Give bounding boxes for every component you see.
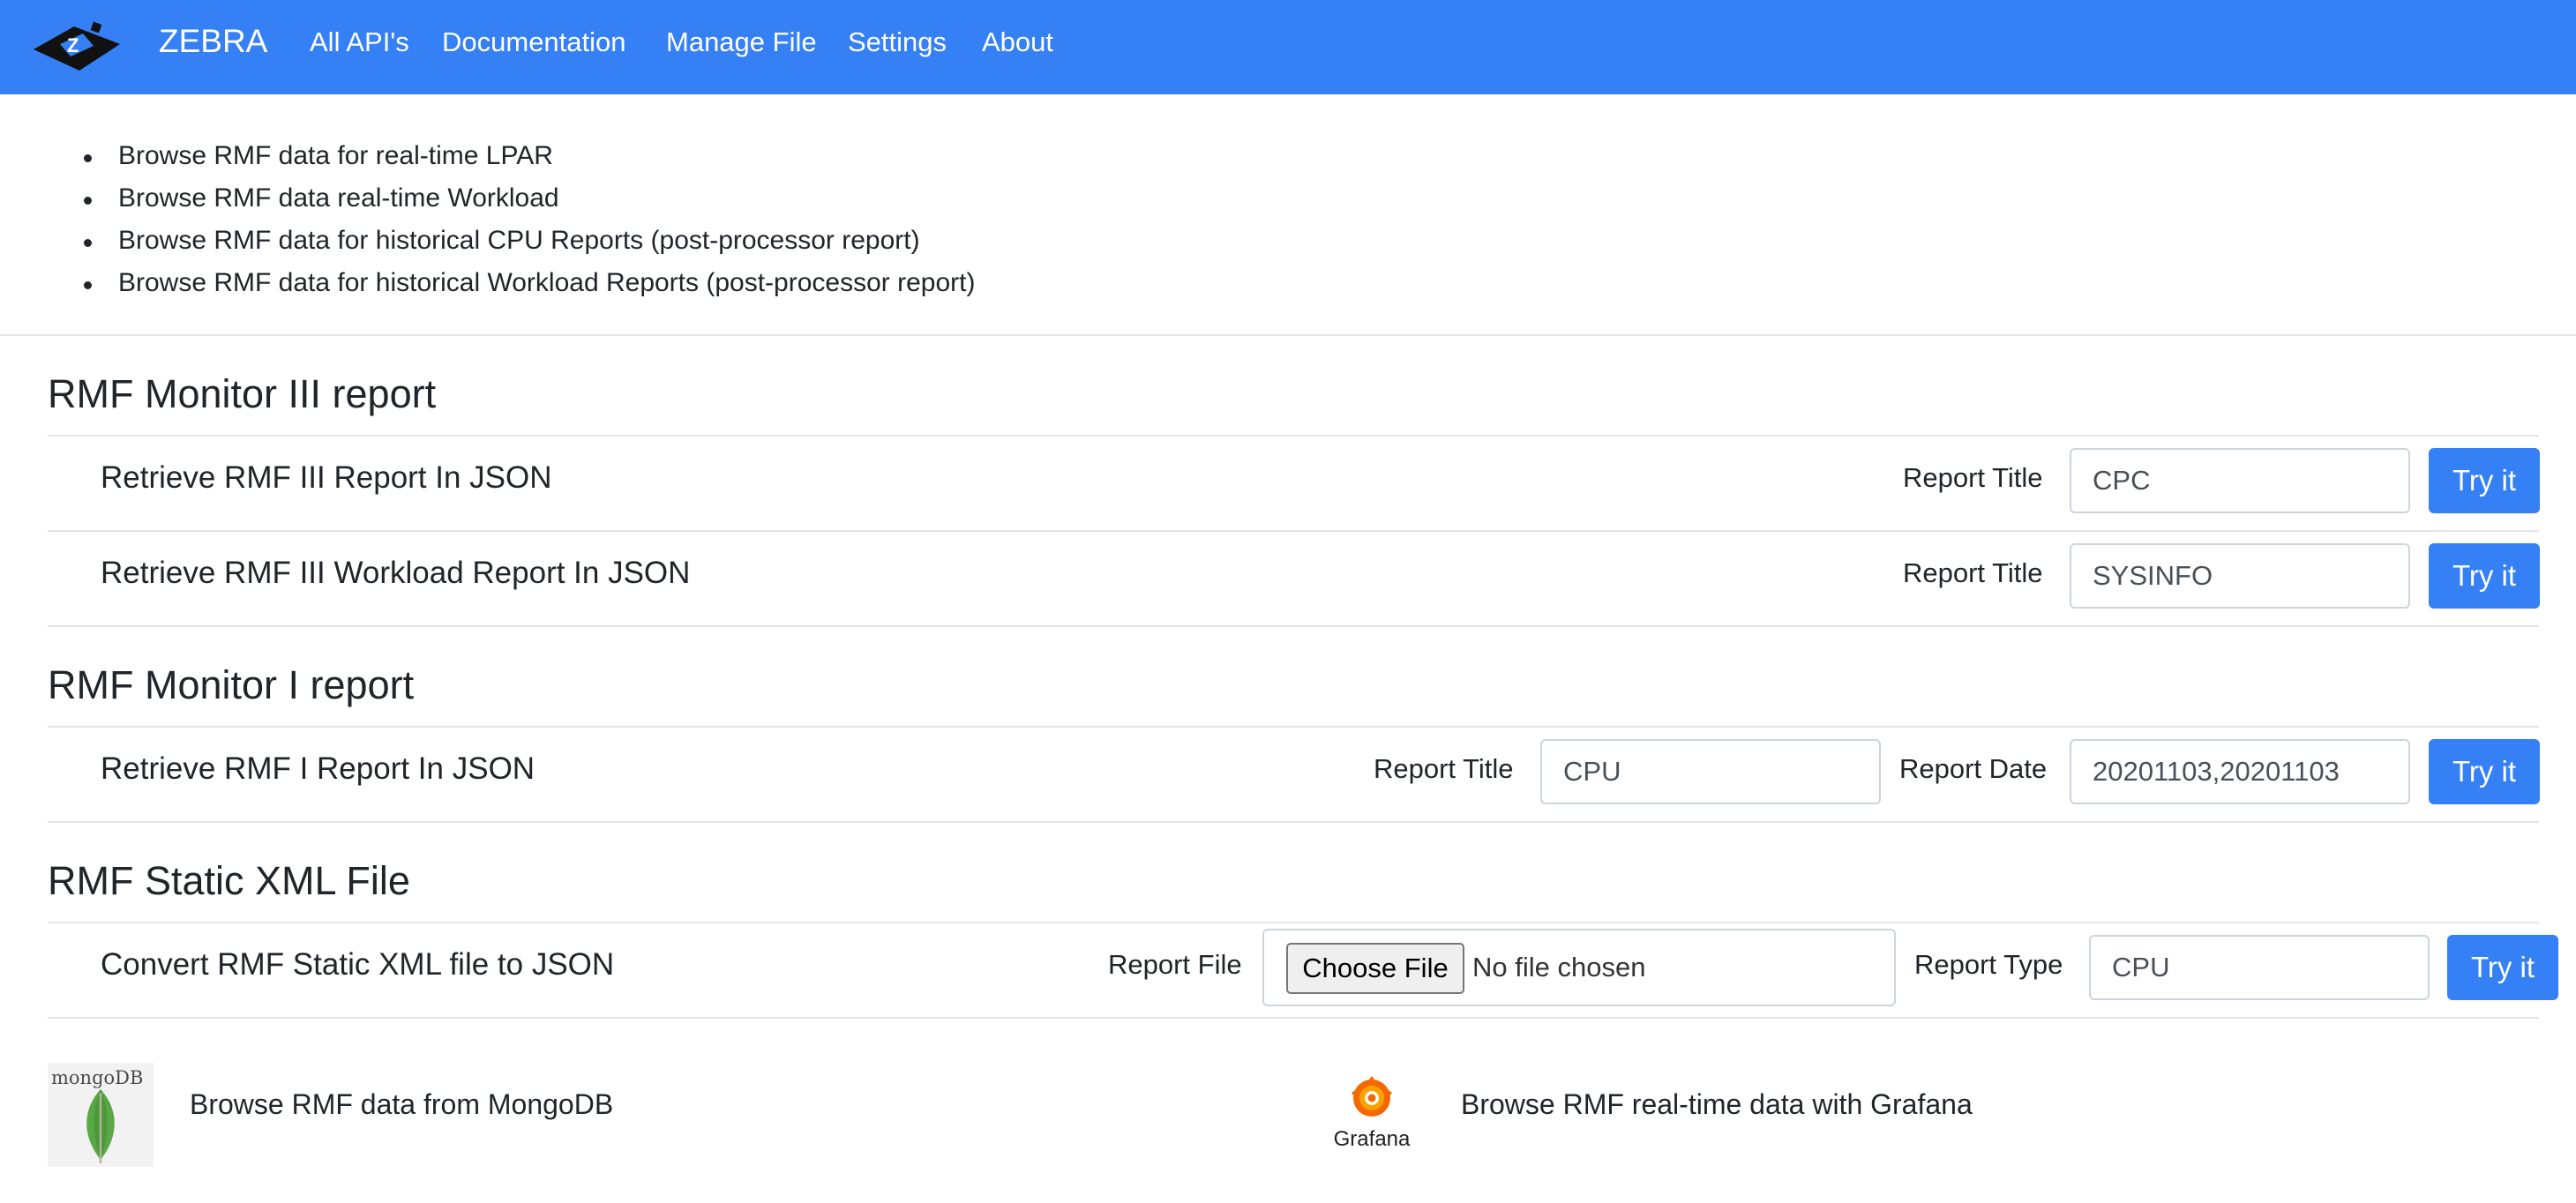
rmf3-report-title-input[interactable] [2070, 448, 2410, 513]
choose-file-button[interactable]: Choose File [1286, 943, 1464, 994]
section-title-monitor1: RMF Monitor I report [48, 662, 415, 707]
rmf3-workload-try-button[interactable]: Try it [2429, 543, 2540, 609]
mongodb-leaf-icon[interactable]: mongoDB [48, 1063, 154, 1167]
bullet [84, 239, 92, 247]
mongodb-link[interactable]: Browse RMF data from MongoDB [190, 1088, 613, 1121]
grafana-swirl-icon[interactable]: Grafana [1323, 1072, 1420, 1151]
grafana-link[interactable]: Browse RMF real-time data with Grafana [1461, 1088, 1973, 1121]
report-file-label: Report File [1108, 949, 1242, 980]
nav-manage-file[interactable]: Manage File [666, 26, 817, 58]
static-xml-try-button[interactable]: Try it [2447, 935, 2558, 1000]
top-navbar: Z ZEBRA All API's Documentation Manage F… [0, 0, 2576, 94]
row-title-rmf3-report: Retrieve RMF III Report In JSON [101, 460, 552, 495]
bullet [84, 197, 92, 205]
divider [48, 435, 2539, 437]
section-title-static-xml: RMF Static XML File [48, 858, 410, 903]
file-status-text: No file chosen [1472, 952, 1646, 983]
rmf3-report-try-button[interactable]: Try it [2429, 448, 2540, 513]
rmf1-report-try-button[interactable]: Try it [2429, 739, 2540, 804]
divider [48, 625, 2539, 627]
divider [48, 922, 2539, 923]
bullet [84, 154, 92, 162]
bullet [84, 281, 92, 289]
report-date-label: Report Date [1899, 753, 2048, 784]
divider [48, 530, 2539, 532]
section-title-monitor3: RMF Monitor III report [48, 371, 437, 416]
zebra-logo-icon[interactable]: Z [30, 18, 124, 74]
row-title-static-xml: Convert RMF Static XML file to JSON [101, 947, 615, 982]
report-type-input[interactable] [2089, 935, 2430, 1000]
report-type-label: Report Type [1914, 949, 2063, 980]
rmf1-report-title-input[interactable] [1540, 739, 1881, 804]
report-title-label: Report Title [1374, 753, 1514, 784]
nav-documentation[interactable]: Documentation [442, 26, 626, 58]
nav-all-apis[interactable]: All API's [310, 26, 409, 58]
row-title-rmf1-report: Retrieve RMF I Report In JSON [101, 751, 535, 786]
divider [48, 1017, 2539, 1019]
row-title-rmf3-workload: Retrieve RMF III Workload Report In JSON [101, 556, 691, 590]
divider [48, 821, 2539, 823]
divider [0, 334, 2576, 336]
rmf3-workload-title-input[interactable] [2070, 543, 2410, 609]
grafana-logo-text: Grafana [1334, 1127, 1411, 1151]
report-title-label: Report Title [1903, 462, 2043, 493]
rmf1-report-date-input[interactable] [2070, 739, 2410, 804]
nav-settings[interactable]: Settings [848, 26, 947, 58]
svg-text:Z: Z [67, 34, 79, 56]
brand-name[interactable]: ZEBRA [159, 23, 267, 60]
nav-about[interactable]: About [982, 26, 1053, 58]
report-title-label: Report Title [1903, 557, 2043, 588]
mongodb-logo-text: mongoDB [51, 1067, 143, 1088]
divider [48, 726, 2539, 728]
report-file-input[interactable]: Choose File No file chosen [1262, 929, 1896, 1006]
